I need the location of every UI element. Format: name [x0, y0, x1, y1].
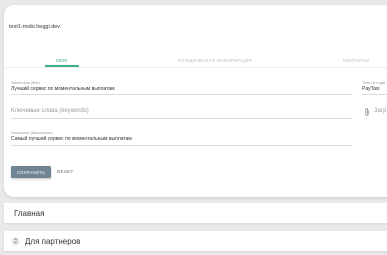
section-main[interactable]: Главная	[4, 203, 387, 223]
keywords-field[interactable]: Ключевые слова (keywords)	[11, 108, 89, 114]
section-partners[interactable]: Для партнеров	[4, 231, 387, 251]
title-field-label: Заголовок (title)	[11, 80, 40, 85]
paperclip-icon[interactable]	[364, 107, 370, 117]
footer-text-field[interactable]: PayTaxi	[362, 86, 380, 92]
drag-handle-icon[interactable]	[11, 236, 20, 246]
keywords-field-underline	[11, 118, 352, 119]
description-field-label: Описание (description)	[11, 130, 53, 135]
upload-button[interactable]: Загр	[374, 108, 387, 114]
description-field[interactable]: Самый лучший сервис по моментальным выпл…	[11, 136, 132, 142]
reset-button[interactable]: RESET	[57, 169, 74, 174]
footer-text-label: Текст в подв	[362, 80, 386, 85]
tabs-divider	[4, 67, 387, 68]
tab-legal-info[interactable]: ЮРИДИЧЕСКАЯ ИНФОРМАЦИЯ	[178, 58, 252, 63]
title-field[interactable]: Лучший сервис по моментальным выплатам	[11, 86, 115, 92]
footer-text-underline	[362, 94, 387, 95]
tab-contacts[interactable]: КОНТАКТЫ	[343, 58, 369, 63]
title-field-underline	[11, 94, 352, 95]
tab-mem[interactable]: MEM	[56, 58, 67, 63]
site-url: test1-mobi.heggi.dev	[9, 24, 61, 30]
section-main-label: Главная	[14, 208, 45, 218]
description-field-underline	[11, 145, 352, 146]
save-button[interactable]: СОХРАНИТЬ	[11, 166, 51, 178]
section-partners-label: Для партнеров	[25, 236, 81, 246]
